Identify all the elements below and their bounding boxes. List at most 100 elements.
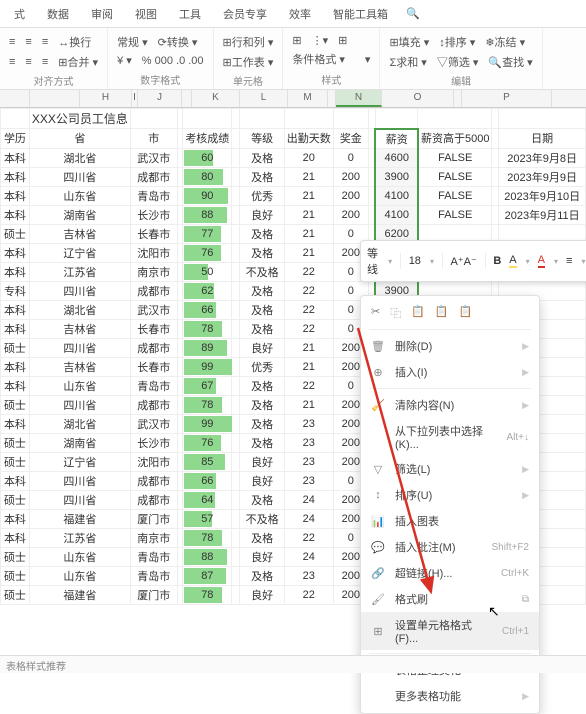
header-city[interactable]: 市 <box>130 129 177 149</box>
cell-score[interactable]: 99 <box>183 357 232 376</box>
cell-days[interactable]: 23 <box>284 433 333 452</box>
cell-city[interactable]: 长春市 <box>130 319 177 338</box>
cell-grade[interactable]: 良好 <box>240 585 284 604</box>
cell-edu[interactable]: 硕士 <box>1 395 30 414</box>
cell-scoreSpR[interactable] <box>232 376 240 395</box>
cell-city[interactable]: 青岛市 <box>130 566 177 585</box>
cell-prov[interactable]: 福建省 <box>29 585 130 604</box>
cell-grade[interactable]: 及格 <box>240 148 284 167</box>
cell-days[interactable]: 22 <box>284 528 333 547</box>
clipboard-icon[interactable]: 📋 <box>435 305 449 321</box>
col-header-city[interactable]: H <box>80 90 132 107</box>
cell-days[interactable]: 21 <box>284 395 333 414</box>
cell-score[interactable]: 89 <box>183 338 232 357</box>
cell-prov[interactable]: 四川省 <box>29 395 130 414</box>
cell-grade[interactable]: 及格 <box>240 224 284 243</box>
cell-score[interactable]: 99 <box>183 414 232 433</box>
cell-city[interactable]: 青岛市 <box>130 376 177 395</box>
cell-edu[interactable]: 硕士 <box>1 338 30 357</box>
cell-bonus[interactable]: 200 <box>333 205 368 224</box>
cell-edu[interactable]: 本科 <box>1 148 30 167</box>
col-header-scoreSpR[interactable] <box>182 90 192 107</box>
menu-数据[interactable]: 数据 <box>37 2 79 26</box>
cell-days[interactable]: 24 <box>284 509 333 528</box>
cell-city[interactable]: 武汉市 <box>130 300 177 319</box>
cell-edu[interactable]: 硕士 <box>1 490 30 509</box>
cell-scoreSpR[interactable] <box>232 243 240 262</box>
cell-city[interactable]: 南京市 <box>130 262 177 281</box>
cell-grade[interactable]: 及格 <box>240 319 284 338</box>
cell-city[interactable]: 长沙市 <box>130 433 177 452</box>
cell-city[interactable]: 长春市 <box>130 224 177 243</box>
cell-salary[interactable]: 3900 <box>375 167 418 186</box>
header-scoreSpR[interactable] <box>232 129 240 149</box>
cell-grade[interactable]: 良好 <box>240 452 284 471</box>
cell-score[interactable]: 90 <box>183 186 232 205</box>
cell-grade[interactable]: 及格 <box>240 243 284 262</box>
cell-prov[interactable]: 江苏省 <box>29 528 130 547</box>
clipboard-icon[interactable]: ✂ <box>371 305 380 321</box>
cell-edu[interactable]: 本科 <box>1 205 30 224</box>
cell-city[interactable]: 武汉市 <box>130 148 177 167</box>
cell-scoreSpR[interactable] <box>232 490 240 509</box>
ribbon-btn[interactable]: ⊞合并 ▾ <box>55 52 101 72</box>
cell-city[interactable]: 南京市 <box>130 528 177 547</box>
ctx-从下拉列表中选择(K)...[interactable]: 从下拉列表中选择(K)...Alt+↓ <box>361 418 539 456</box>
sheet-tabs[interactable]: 表格样式推荐 <box>0 655 586 673</box>
col-header-edu[interactable] <box>0 90 30 107</box>
cell-score[interactable]: 76 <box>183 243 232 262</box>
cell-grade[interactable]: 及格 <box>240 167 284 186</box>
align-button[interactable]: ≡ <box>566 255 572 267</box>
cell-grade[interactable]: 及格 <box>240 395 284 414</box>
cell-salary[interactable]: 4600 <box>375 148 418 167</box>
ribbon-btn[interactable]: ≡ <box>22 34 34 50</box>
cell-score[interactable]: 66 <box>183 300 232 319</box>
cell-scoreSpR[interactable] <box>232 395 240 414</box>
cell-grade[interactable]: 及格 <box>240 433 284 452</box>
ribbon-btn[interactable]: 常规 ▾ <box>114 32 151 52</box>
cell-grade[interactable]: 优秀 <box>240 357 284 376</box>
cell-bonus[interactable]: 0 <box>333 148 368 167</box>
cell-grade[interactable]: 及格 <box>240 376 284 395</box>
ctx-筛选(L)[interactable]: ▽筛选(L)▶ <box>361 456 539 482</box>
ribbon-btn[interactable]: ⊞填充 ▾ <box>386 32 432 52</box>
menu-工具[interactable]: 工具 <box>169 2 211 26</box>
cell-scoreSpR[interactable] <box>232 319 240 338</box>
cell-scoreSpR[interactable] <box>232 566 240 585</box>
col-header-grade[interactable]: K <box>192 90 240 107</box>
cell-days[interactable]: 22 <box>284 300 333 319</box>
header-sp2[interactable] <box>492 129 499 149</box>
cell-edu[interactable]: 本科 <box>1 376 30 395</box>
cell-scoreSpR[interactable] <box>232 547 240 566</box>
cell-gt5000[interactable]: FALSE <box>418 205 492 224</box>
ribbon-btn[interactable]: ⟳转换 ▾ <box>155 32 201 52</box>
cell-score[interactable]: 64 <box>183 490 232 509</box>
cell-edu[interactable]: 本科 <box>1 167 30 186</box>
cell-gt5000[interactable]: FALSE <box>418 148 492 167</box>
cell-days[interactable]: 21 <box>284 357 333 376</box>
col-header-score[interactable]: J <box>138 90 182 107</box>
cell-scoreSpR[interactable] <box>232 167 240 186</box>
cell-gt5000[interactable]: FALSE <box>418 186 492 205</box>
cell-city[interactable]: 厦门市 <box>130 585 177 604</box>
cell-scoreSpR[interactable] <box>232 433 240 452</box>
cell-salary[interactable]: 4100 <box>375 186 418 205</box>
col-header-bonus[interactable]: M <box>288 90 328 107</box>
menu-智能工具箱[interactable]: 智能工具箱 <box>323 2 398 26</box>
col-header-salary[interactable]: N <box>336 90 382 107</box>
cell-scoreSpR[interactable] <box>232 338 240 357</box>
cell-city[interactable]: 青岛市 <box>130 547 177 566</box>
sheet-tab[interactable]: 表格样式推荐 <box>6 658 66 671</box>
cell-edu[interactable]: 本科 <box>1 414 30 433</box>
cell-city[interactable]: 长沙市 <box>130 205 177 224</box>
cell-city[interactable]: 成都市 <box>130 395 177 414</box>
cell-prov[interactable]: 湖北省 <box>29 414 130 433</box>
cell-days[interactable]: 21 <box>284 338 333 357</box>
ribbon-btn[interactable]: Σ求和 ▾ <box>386 52 429 72</box>
cell-city[interactable]: 武汉市 <box>130 414 177 433</box>
cell-sp2[interactable] <box>492 167 499 186</box>
cell-edu[interactable]: 本科 <box>1 509 30 528</box>
cell-edu[interactable]: 硕士 <box>1 224 30 243</box>
cell-bonus[interactable]: 200 <box>333 186 368 205</box>
cell-sp2[interactable] <box>492 148 499 167</box>
